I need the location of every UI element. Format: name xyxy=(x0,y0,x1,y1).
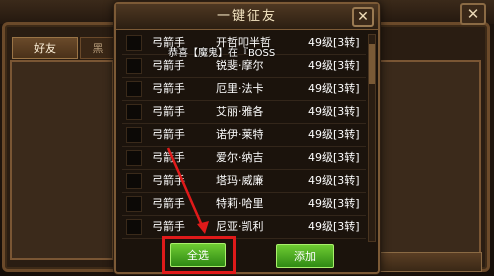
row-checkbox[interactable] xyxy=(126,104,142,120)
row-divider xyxy=(122,238,366,239)
row-checkbox[interactable] xyxy=(126,196,142,212)
player-level: 49级[3转] xyxy=(308,105,360,118)
player-level: 49级[3转] xyxy=(308,59,360,72)
player-row[interactable]: 弓箭手 爱尔·纳吉 49级[3转] xyxy=(122,147,366,170)
player-level: 49级[3转] xyxy=(308,197,360,210)
player-level: 49级[3转] xyxy=(308,220,360,233)
row-checkbox[interactable] xyxy=(126,150,142,166)
player-name: 爱尔·纳吉 xyxy=(216,151,264,164)
player-name: 塔玛·威廉 xyxy=(216,174,264,187)
right-side-panel xyxy=(377,60,481,260)
player-class: 弓箭手 xyxy=(152,105,185,118)
player-level: 49级[3转] xyxy=(308,151,360,164)
player-name: 厄里·法卡 xyxy=(216,82,264,95)
player-name: 特莉·哈里 xyxy=(216,197,264,210)
scrollbar-thumb[interactable] xyxy=(369,44,375,84)
row-checkbox[interactable] xyxy=(126,173,142,189)
row-checkbox[interactable] xyxy=(126,58,142,74)
player-level: 49级[3转] xyxy=(308,128,360,141)
player-name: 艾丽·雅各 xyxy=(216,105,264,118)
player-level: 49级[3转] xyxy=(308,82,360,95)
system-announcement: 恭喜【魔鬼】在『BOSS xyxy=(168,48,276,59)
dialog-close-button[interactable]: ✕ xyxy=(352,7,374,27)
player-level: 49级[3转] xyxy=(308,36,360,49)
recruit-friends-dialog: 一键征友 ✕ 弓箭手 开哲叩半哲 49级[3转] 弓箭手 锐斐·摩尔 49级[3转] 弓箭手… xyxy=(114,2,380,274)
row-checkbox[interactable] xyxy=(126,35,142,51)
player-row[interactable]: 弓箭手 厄里·法卡 49级[3转] xyxy=(122,78,366,101)
player-row[interactable]: 弓箭手 特莉·哈里 49级[3转] xyxy=(122,193,366,216)
background-bottom-button[interactable] xyxy=(378,252,482,272)
player-class: 弓箭手 xyxy=(152,151,185,164)
player-level: 49级[3转] xyxy=(308,174,360,187)
player-row[interactable]: 弓箭手 艾丽·雅各 49级[3转] xyxy=(122,101,366,124)
player-list: 弓箭手 开哲叩半哲 49级[3转] 弓箭手 锐斐·摩尔 49级[3转] 弓箭手 厄里·法卡 49… xyxy=(122,30,366,240)
player-row[interactable]: 弓箭手 塔玛·威廉 49级[3转] xyxy=(122,170,366,193)
player-name: 诺伊·莱特 xyxy=(216,128,264,141)
player-row[interactable]: 弓箭手 尼亚·凯利 49级[3转] xyxy=(122,216,366,239)
player-class: 弓箭手 xyxy=(152,82,185,95)
player-class: 弓箭手 xyxy=(152,197,185,210)
player-name: 尼亚·凯利 xyxy=(216,220,264,233)
player-row[interactable]: 弓箭手 诺伊·莱特 49级[3转] xyxy=(122,124,366,147)
player-class: 弓箭手 xyxy=(152,220,185,233)
player-class: 弓箭手 xyxy=(152,128,185,141)
row-checkbox[interactable] xyxy=(126,127,142,143)
background-close-button[interactable]: ✕ xyxy=(460,3,486,25)
select-all-button[interactable]: 全选 xyxy=(170,243,226,267)
row-checkbox[interactable] xyxy=(126,81,142,97)
tab-blacklist[interactable]: 黑 xyxy=(80,37,116,59)
friends-list-panel xyxy=(10,60,114,260)
dialog-title: 一键征友 xyxy=(216,9,277,24)
row-checkbox[interactable] xyxy=(126,219,142,235)
tab-friends[interactable]: 好友 xyxy=(12,37,78,59)
player-class: 弓箭手 xyxy=(152,174,185,187)
add-button[interactable]: 添加 xyxy=(276,244,334,268)
